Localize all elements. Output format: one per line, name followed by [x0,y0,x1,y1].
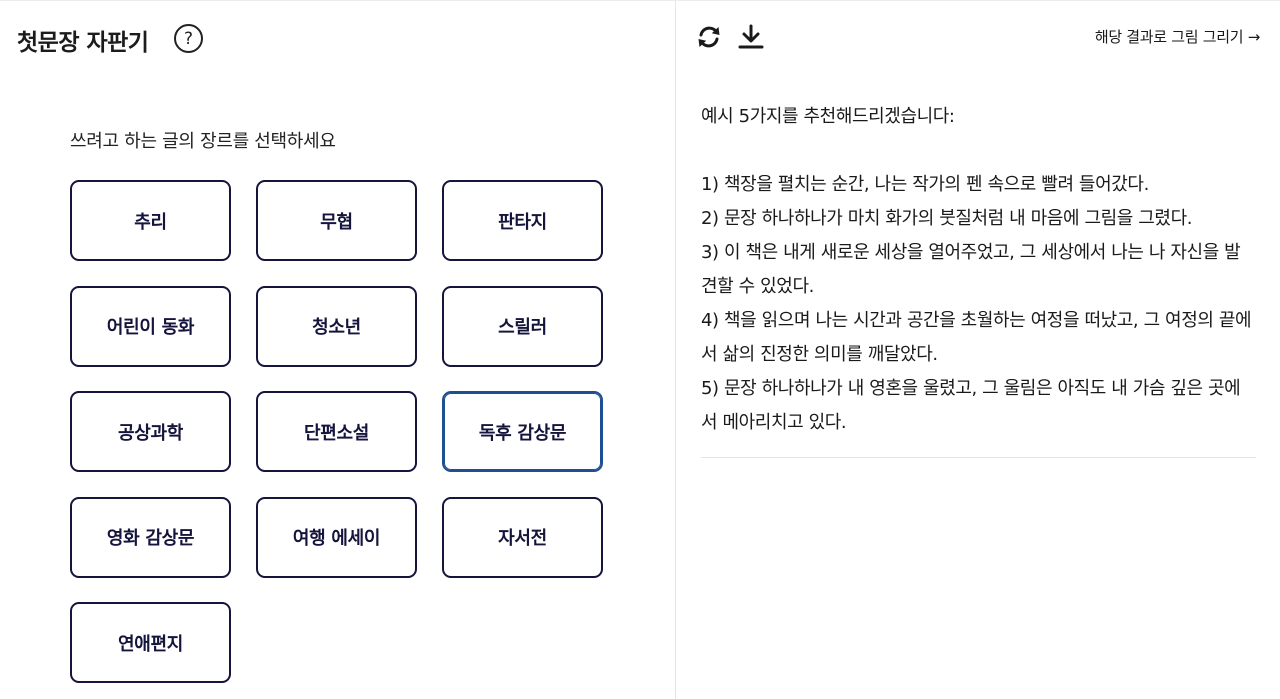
genre-prompt-label: 쓰려고 하는 글의 장르를 선택하세요 [70,131,336,152]
genre-button-mystery[interactable]: 추리 [70,180,231,261]
result-panel: 해당 결과로 그림 그리기 → 예시 5가지를 추천해드리겠습니다: 1) 책장… [677,1,1280,699]
draw-image-link[interactable]: 해당 결과로 그림 그리기 → [1095,26,1260,47]
help-icon[interactable]: ? [174,24,203,53]
result-divider [701,457,1256,458]
result-line: 5) 문장 하나하나가 내 영혼을 울렸고, 그 울림은 아직도 내 가슴 깊은… [701,378,1241,433]
download-icon[interactable] [737,23,765,51]
refresh-icon[interactable] [695,23,723,51]
genre-button-children-story[interactable]: 어린이 동화 [70,285,231,367]
genre-button-short-story[interactable]: 단편소설 [256,391,417,472]
genre-button-youth[interactable]: 청소년 [256,285,417,367]
genre-button-love-letter[interactable]: 연애편지 [70,602,231,683]
genre-button-martial-arts[interactable]: 무협 [256,180,417,261]
result-text: 예시 5가지를 추천해드리겠습니다: 1) 책장을 펼치는 순간, 나는 작가의… [701,100,1256,440]
page-title: 첫문장 자판기 [17,30,149,56]
draw-image-link-label: 해당 결과로 그림 그리기 → [1094,28,1260,46]
app-root: 첫문장 자판기 ? 쓰려고 하는 글의 장르를 선택하세요 추리 무협 판타지 … [0,0,1280,699]
result-intro: 예시 5가지를 추천해드리겠습니다: [701,106,955,127]
result-line: 4) 책을 읽으며 나는 시간과 공간을 초월하는 여정을 떠났고, 그 여정의… [701,310,1252,365]
result-line: 1) 책장을 펼치는 순간, 나는 작가의 펜 속으로 빨려 들어갔다. [701,174,1149,195]
genre-button-autobiography[interactable]: 자서전 [442,496,603,578]
genre-button-book-review[interactable]: 독후 감상문 [442,391,603,472]
genre-button-travel-essay[interactable]: 여행 에세이 [256,496,417,578]
genre-button-fantasy[interactable]: 판타지 [442,180,603,261]
genre-button-sci-fi[interactable]: 공상과학 [70,391,231,472]
genre-button-thriller[interactable]: 스릴러 [442,285,603,367]
result-toolbar [695,23,765,51]
result-line: 3) 이 책은 내게 새로운 세상을 열어주었고, 그 세상에서 나는 나 자신… [701,242,1241,297]
result-line: 2) 문장 하나하나가 마치 화가의 붓질처럼 내 마음에 그림을 그렸다. [701,208,1193,229]
genre-grid: 추리 무협 판타지 어린이 동화 청소년 스릴러 공상과학 단편소설 독후 감상… [70,180,603,683]
genre-button-movie-review[interactable]: 영화 감상문 [70,496,231,578]
genre-selector-panel: 첫문장 자판기 ? 쓰려고 하는 글의 장르를 선택하세요 추리 무협 판타지 … [0,1,676,699]
